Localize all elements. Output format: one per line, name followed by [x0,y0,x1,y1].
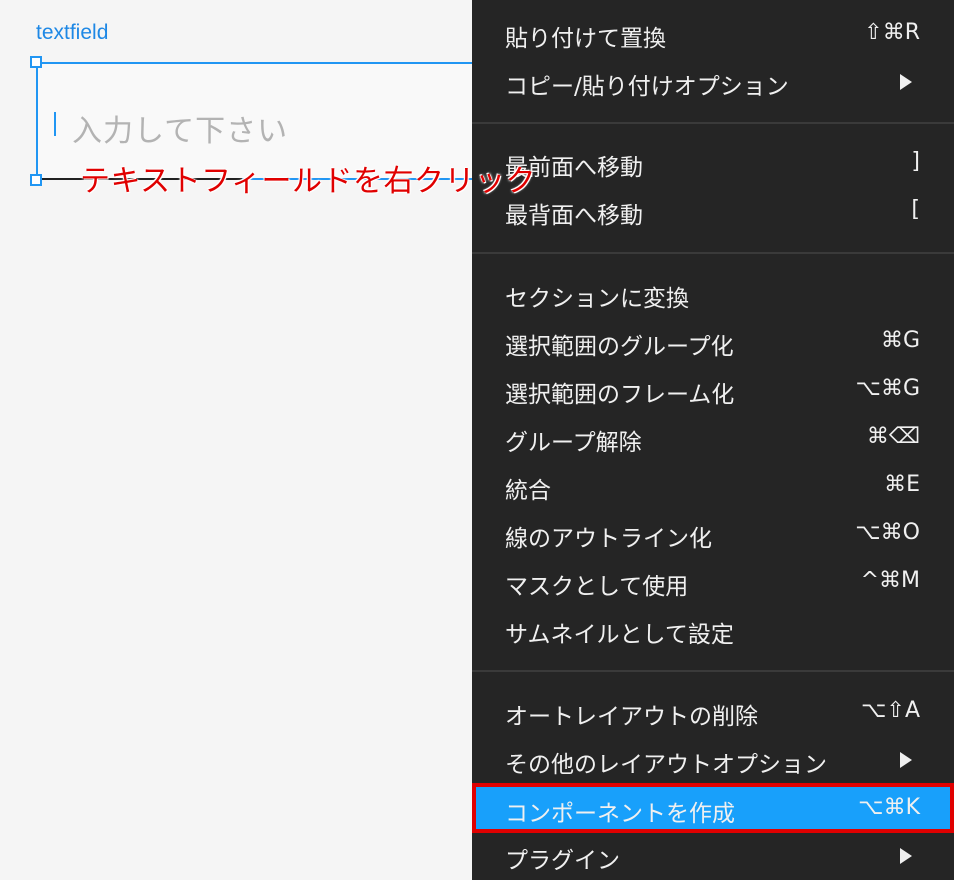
menu-divider [472,252,954,254]
menu-item-frame-selection[interactable]: 選択範囲のフレーム化 ⌥⌘G [472,366,954,412]
menu-item-shortcut: ⌘E [884,472,920,497]
menu-item-shortcut: ⌥⇧A [861,698,920,723]
menu-item-shortcut: ] [911,149,920,174]
menu-item-shortcut: ⇧⌘R [864,20,920,45]
menu-item-shortcut: ⌥⌘G [855,376,920,401]
submenu-arrow-icon [900,74,912,90]
submenu-arrow-icon [900,848,912,864]
menu-item-convert-to-section[interactable]: セクションに変換 [472,270,954,316]
menu-item-remove-auto-layout[interactable]: オートレイアウトの削除 ⌥⇧A [472,688,954,734]
menu-item-send-to-back[interactable]: 最背面へ移動 [ [472,187,954,233]
menu-item-label: プラグイン [505,848,620,874]
menu-divider [472,670,954,672]
menu-item-group-selection[interactable]: 選択範囲のグループ化 ⌘G [472,318,954,364]
menu-item-outline-stroke[interactable]: 線のアウトライン化 ⌥⌘O [472,510,954,556]
menu-item-label: 選択範囲のフレーム化 [505,382,735,408]
submenu-arrow-icon [900,752,912,768]
menu-item-flatten[interactable]: 統合 ⌘E [472,462,954,508]
menu-item-label: グループ解除 [505,430,642,456]
menu-item-label: セクションに変換 [505,286,689,312]
menu-item-label: 貼り付けて置換 [505,26,666,52]
menu-item-label: 最背面へ移動 [505,203,643,229]
menu-item-bring-to-front[interactable]: 最前面へ移動 ] [472,139,954,185]
resize-handle-bottom-left[interactable] [30,174,42,186]
menu-item-label: 統合 [505,478,551,504]
menu-item-shortcut: ⌥⌘O [855,520,920,545]
menu-item-plugins[interactable]: プラグイン [472,832,954,878]
text-caret [54,112,56,136]
menu-item-label: マスクとして使用 [505,574,689,600]
menu-item-label: オートレイアウトの削除 [505,704,758,730]
menu-item-label: サムネイルとして設定 [505,622,734,648]
menu-item-shortcut: ^⌘M [860,568,920,593]
menu-item-label: 線のアウトライン化 [505,526,712,552]
menu-item-label: コピー/貼り付けオプション [505,74,789,100]
menu-item-more-layout-options[interactable]: その他のレイアウトオプション [472,736,954,782]
menu-item-paste-replace[interactable]: 貼り付けて置換 ⇧⌘R [472,10,954,56]
menu-item-label: その他のレイアウトオプション [505,752,827,778]
menu-item-use-as-mask[interactable]: マスクとして使用 ^⌘M [472,558,954,604]
menu-item-shortcut: [ [911,197,920,222]
context-menu: 貼り付けて置換 ⇧⌘R コピー/貼り付けオプション 最前面へ移動 ] 最背面へ移… [472,0,954,880]
menu-item-label: 選択範囲のグループ化 [505,334,734,360]
menu-divider [472,122,954,124]
resize-handle-top-left[interactable] [30,56,42,68]
menu-item-ungroup[interactable]: グループ解除 ⌘⌫ [472,414,954,460]
frame-label[interactable]: textfield [36,21,108,45]
annotation-highlight-box [472,783,954,833]
textfield-placeholder: 入力して下さい [72,114,289,149]
menu-item-shortcut: ⌘G [880,328,920,353]
menu-item-shortcut: ⌘⌫ [866,424,920,449]
menu-item-set-as-thumbnail[interactable]: サムネイルとして設定 [472,606,954,652]
annotation-callout: テキストフィールドを右クリック [80,164,536,199]
menu-item-copy-paste-options[interactable]: コピー/貼り付けオプション [472,58,954,104]
